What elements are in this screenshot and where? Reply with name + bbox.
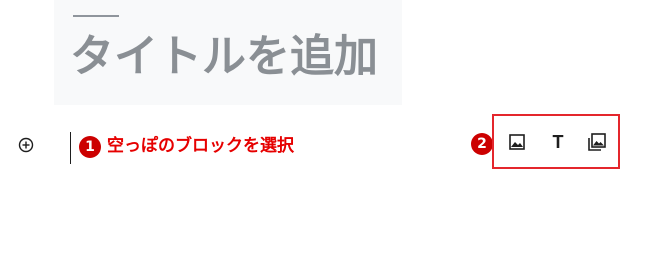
add-block-button[interactable] <box>18 137 34 153</box>
insert-paragraph-block-button[interactable]: T <box>546 130 570 154</box>
plus-circle-icon <box>18 137 34 153</box>
annotation-badge-2: 2 <box>471 133 493 155</box>
title-divider <box>73 15 119 17</box>
annotation-label-1: 空っぽのブロックを選択 <box>107 136 294 156</box>
gallery-icon <box>588 133 606 151</box>
empty-paragraph-block[interactable] <box>70 132 71 164</box>
post-title-input[interactable]: タイトルを追加 <box>70 30 378 84</box>
block-editor-canvas: タイトルを追加 1 空っぽのブロックを選択 2 T <box>0 0 648 254</box>
insert-image-block-button[interactable] <box>505 130 529 154</box>
paragraph-icon: T <box>552 132 564 152</box>
insert-gallery-block-button[interactable] <box>585 130 609 154</box>
annotation-badge-1: 1 <box>79 136 101 158</box>
image-icon <box>509 134 525 150</box>
